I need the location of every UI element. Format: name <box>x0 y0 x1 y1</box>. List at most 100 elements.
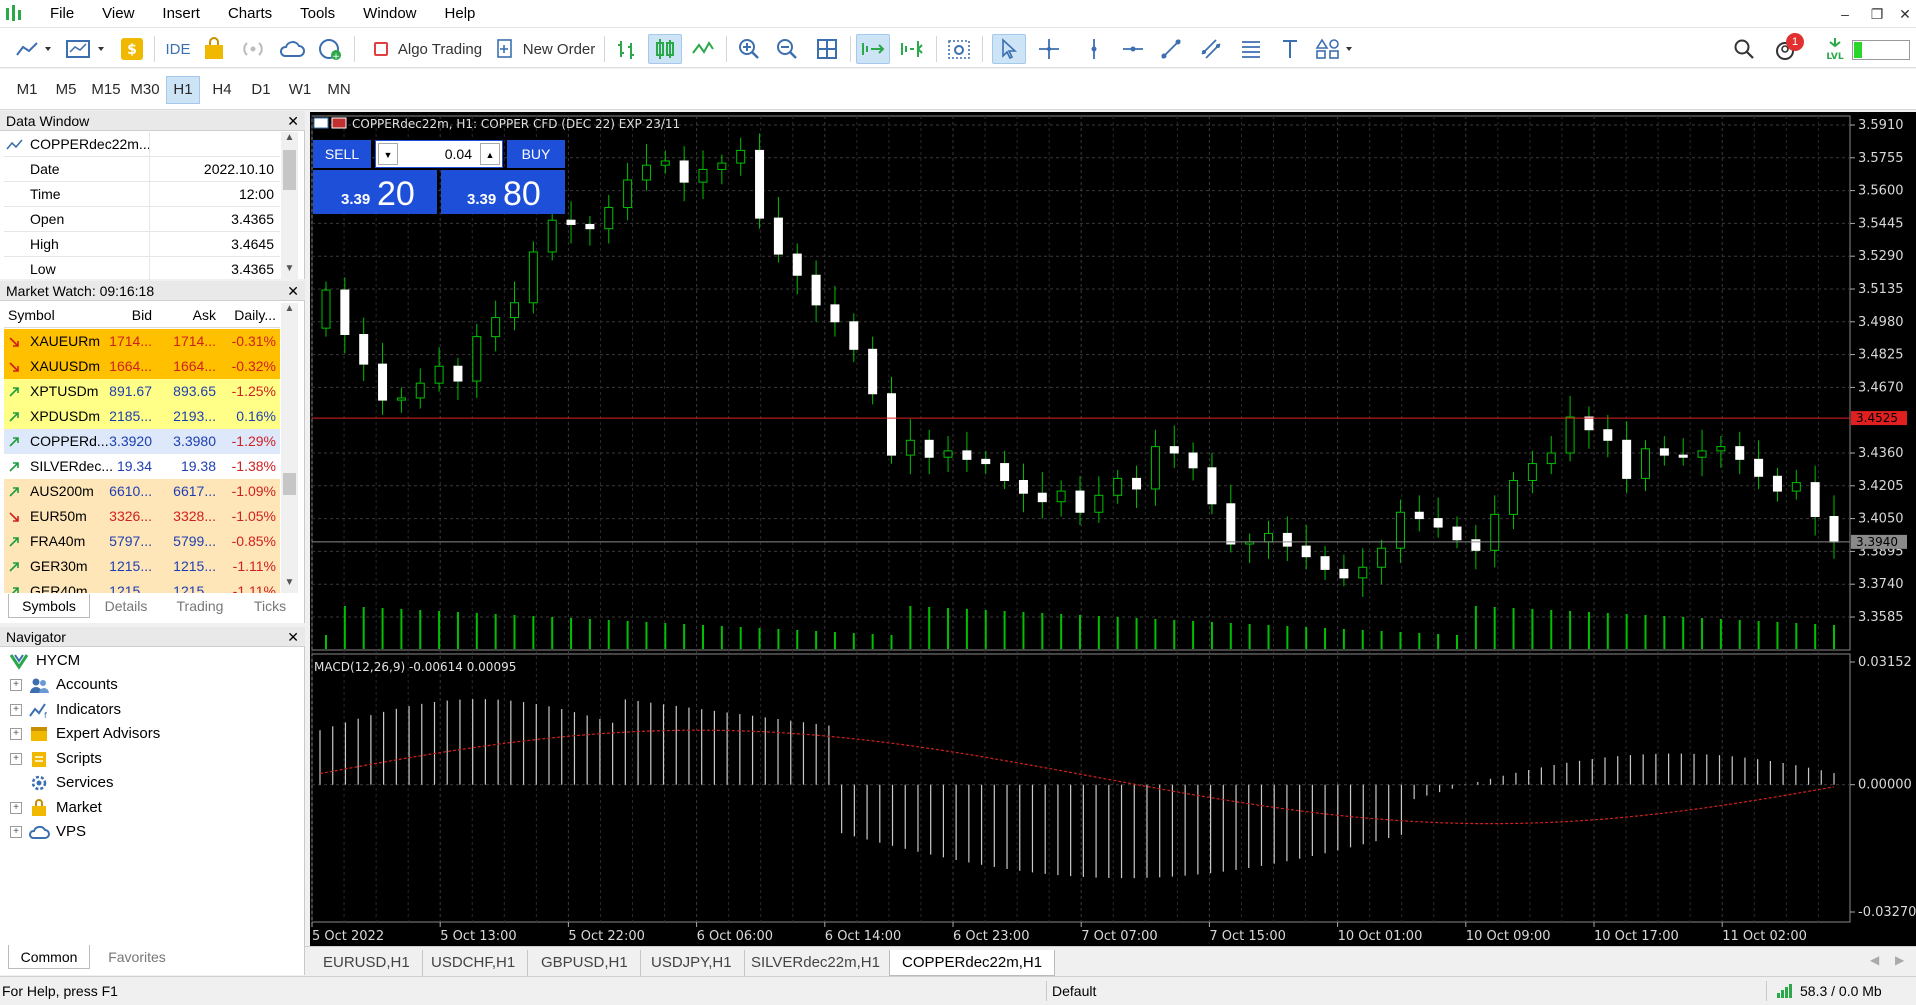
vertical-line-icon[interactable] <box>1080 34 1108 64</box>
volume-stepper[interactable]: ▼ 0.04 ▲ <box>375 140 503 168</box>
column-ask[interactable]: Ask <box>193 303 216 328</box>
expand-icon[interactable]: + <box>10 703 22 716</box>
line-chart-mode-icon[interactable] <box>688 34 718 64</box>
menu-help[interactable]: Help <box>431 0 490 28</box>
buy-price-button[interactable]: 3.39 80 <box>441 170 565 214</box>
community-icon[interactable]: + <box>314 34 346 64</box>
menu-file[interactable]: File <box>36 0 88 28</box>
templates-dropdown[interactable] <box>62 34 108 64</box>
tab-ticks[interactable]: Ticks <box>240 594 300 618</box>
notifications-button[interactable]: 1 <box>1770 33 1804 64</box>
auto-scroll-icon[interactable] <box>856 34 890 64</box>
tile-windows-icon[interactable] <box>812 34 842 64</box>
column-daily[interactable]: Daily... <box>234 303 276 328</box>
chart-type-dropdown[interactable] <box>10 34 56 64</box>
navigator-item-indicators[interactable]: + f Indicators <box>10 698 121 722</box>
period-m15[interactable]: M15 <box>88 76 124 104</box>
period-w1[interactable]: W1 <box>283 76 317 104</box>
cursor-arrow-icon[interactable] <box>992 34 1026 64</box>
chart-tab-gbpusd[interactable]: GBPUSD,H1 <box>529 950 641 976</box>
close-icon[interactable]: ✕ <box>287 111 299 131</box>
horizontal-line-icon[interactable] <box>1118 34 1148 64</box>
new-order-button[interactable]: New Order <box>494 34 596 64</box>
chart-canvas[interactable]: 3.5910 3.5755 3.5600 3.5445 3.5290 3.5135 3.49… <box>310 112 1916 946</box>
menu-charts[interactable]: Charts <box>214 0 286 28</box>
tab-common[interactable]: Common <box>8 945 90 969</box>
data-window-scrollbar[interactable]: ▲ ▼ <box>281 132 298 279</box>
navigator-item-services[interactable]: Services <box>10 771 114 795</box>
text-tool-icon[interactable] <box>1276 34 1304 64</box>
close-icon[interactable]: ✕ <box>1890 0 1916 28</box>
market-watch-row[interactable]: XPDUSDm 2185... 2193... 0.16% <box>4 404 280 429</box>
close-icon[interactable]: ✕ <box>287 281 299 301</box>
chart-shift-icon[interactable] <box>896 34 928 64</box>
ide-button[interactable]: IDE <box>162 34 194 64</box>
tabs-scroll-left-icon[interactable]: ◀ <box>1870 953 1879 967</box>
market-watch-row[interactable]: COPPERd... 3.3920 3.3980 -1.29% <box>4 429 280 454</box>
expand-icon[interactable]: + <box>10 728 22 740</box>
screenshot-camera-icon[interactable] <box>944 34 974 64</box>
buy-button[interactable]: BUY <box>507 140 565 168</box>
market-watch-row[interactable]: AUS200m 6610... 6617... -1.09% <box>4 479 280 504</box>
chart-tab-silver[interactable]: SILVERdec22m,H1 <box>739 950 893 976</box>
menu-window[interactable]: Window <box>349 0 430 28</box>
market-watch-row[interactable]: GER40m 1215... 1215... -1.11% <box>4 579 280 593</box>
candlestick-chart-icon[interactable] <box>648 34 682 64</box>
navigator-item-market[interactable]: + Market <box>10 796 102 820</box>
period-h4[interactable]: H4 <box>205 76 239 104</box>
chart-tab-copper[interactable]: COPPERdec22m,H1 <box>889 950 1056 976</box>
market-bag-icon[interactable] <box>200 34 228 64</box>
expand-icon[interactable]: + <box>10 752 22 765</box>
status-profile[interactable]: Default <box>1052 977 1096 1005</box>
market-watch-row[interactable]: XAUEURm 1714... 1714... -0.31% <box>4 329 280 354</box>
expand-icon[interactable]: + <box>10 801 22 814</box>
price-chart[interactable]: 3.5910 3.5755 3.5600 3.5445 3.5290 3.5135 3.49… <box>310 112 1916 946</box>
market-watch-row[interactable]: FRA40m 5797... 5799... -0.85% <box>4 529 280 554</box>
signals-icon[interactable] <box>238 34 268 64</box>
market-watch-row[interactable]: GER30m 1215... 1215... -1.11% <box>4 554 280 579</box>
expand-icon[interactable]: + <box>10 826 22 838</box>
sell-button[interactable]: SELL <box>313 140 371 168</box>
period-d1[interactable]: D1 <box>244 76 278 104</box>
navigator-root-hycm[interactable]: HYCM <box>8 649 80 673</box>
period-mn[interactable]: MN <box>322 76 356 104</box>
navigator-item-accounts[interactable]: + Accounts <box>10 673 118 697</box>
period-m5[interactable]: M5 <box>49 76 83 104</box>
bar-chart-icon[interactable] <box>612 34 642 64</box>
market-watch-row[interactable]: EUR50m 3326... 3328... -1.05% <box>4 504 280 529</box>
navigator-item-expert-advisors[interactable]: + Expert Advisors <box>10 722 160 746</box>
period-m1[interactable]: M1 <box>10 76 44 104</box>
tab-details[interactable]: Details <box>92 594 160 618</box>
menu-view[interactable]: View <box>88 0 148 28</box>
close-icon[interactable]: ✕ <box>287 627 299 647</box>
column-bid[interactable]: Bid <box>132 303 152 328</box>
volume-value[interactable]: 0.04 <box>400 141 476 167</box>
market-watch-row[interactable]: XAUUSDm 1664... 1664... -0.32% <box>4 354 280 379</box>
period-h1[interactable]: H1 <box>166 76 200 104</box>
chart-tab-usdjpy[interactable]: USDJPY,H1 <box>639 950 745 976</box>
column-symbol[interactable]: Symbol <box>8 303 55 328</box>
menu-insert[interactable]: Insert <box>148 0 214 28</box>
restore-icon[interactable]: ❐ <box>1862 0 1892 28</box>
tab-symbols[interactable]: Symbols <box>8 594 90 618</box>
chart-tab-usdchf[interactable]: USDCHF,H1 <box>419 950 529 976</box>
navigator-item-scripts[interactable]: + Scripts <box>10 747 102 771</box>
zoom-in-icon[interactable] <box>734 34 764 64</box>
search-icon[interactable] <box>1730 34 1758 64</box>
expand-icon[interactable]: + <box>10 679 22 691</box>
tab-favorites[interactable]: Favorites <box>92 945 182 969</box>
chart-tab-eurusd[interactable]: EURUSD,H1 <box>311 950 423 976</box>
trendline-icon[interactable] <box>1156 34 1186 64</box>
navigator-item-vps[interactable]: + VPS <box>10 820 86 844</box>
market-watch-row[interactable]: XPTUSDm 891.67 893.65 -1.25% <box>4 379 280 404</box>
channel-icon[interactable] <box>1196 34 1226 64</box>
market-watch-scrollbar[interactable]: ▲ ▼ <box>281 303 298 593</box>
shapes-dropdown[interactable] <box>1312 34 1358 64</box>
fibonacci-icon[interactable] <box>1236 34 1266 64</box>
minimize-icon[interactable]: – <box>1830 0 1860 28</box>
volume-decrease-icon[interactable]: ▼ <box>378 143 398 165</box>
zoom-out-icon[interactable] <box>772 34 802 64</box>
tabs-scroll-right-icon[interactable]: ▶ <box>1895 953 1904 967</box>
vps-cloud-icon[interactable] <box>276 34 308 64</box>
tab-trading[interactable]: Trading <box>162 594 238 618</box>
